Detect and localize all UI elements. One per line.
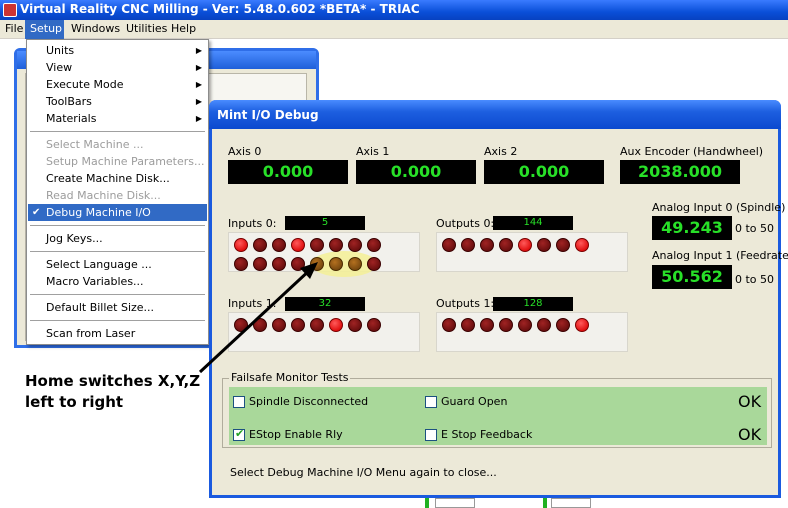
annotation-arrow — [198, 262, 318, 374]
status-field — [551, 498, 591, 508]
status-indicator — [543, 498, 547, 508]
background-status-strip — [425, 498, 625, 508]
annotation-text: Home switches X,Y,Z left to right — [25, 371, 200, 413]
annotation-line-2: left to right — [25, 393, 124, 411]
status-indicator — [425, 498, 429, 508]
annotation-line-1: Home switches X,Y,Z — [25, 372, 201, 390]
status-field — [435, 498, 475, 508]
